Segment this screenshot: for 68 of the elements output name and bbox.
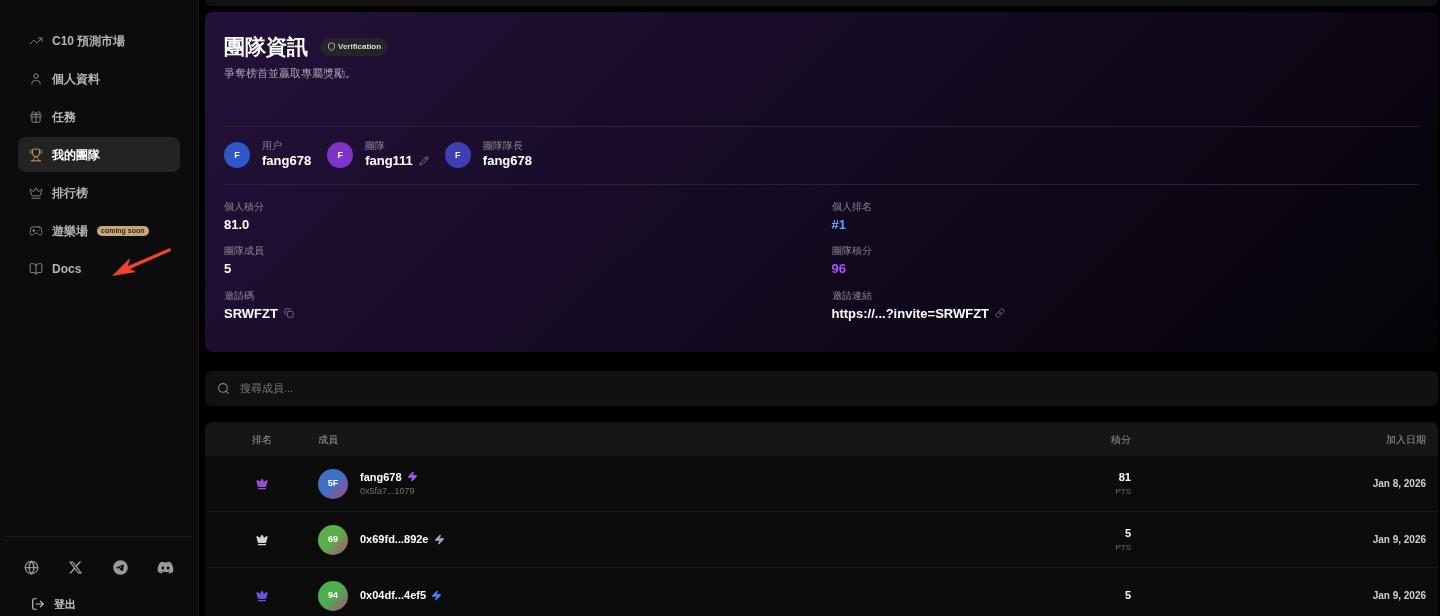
globe-icon[interactable] [24, 559, 39, 575]
points-value: 5 [1124, 526, 1131, 542]
user-icon [29, 71, 43, 86]
points-value: 81 [1118, 470, 1131, 486]
avatar: F [327, 142, 354, 169]
nav-item[interactable]: Docs [18, 251, 180, 286]
stat-value: 81.0 [224, 215, 250, 234]
search-bar[interactable]: 搜尋成員... [205, 371, 1438, 406]
card-title: 團隊資訊 [224, 34, 308, 60]
card-subtitle: 爭奪榜首並贏取專屬獎勵。 [224, 65, 357, 81]
points-unit: PTS [1115, 541, 1131, 554]
stat-label: 個人排名 [831, 200, 873, 212]
gift-icon [29, 109, 43, 124]
member-name: 0x69fd...892e [360, 532, 429, 548]
stat-value: 5 [224, 260, 232, 278]
person-name: fang111 [365, 152, 413, 170]
nav-item[interactable]: 個人資料 [18, 61, 180, 96]
verification-badge: Verification [320, 37, 389, 56]
join-date: Jan 8, 2026 [1371, 477, 1427, 491]
person-label: 團隊 [365, 140, 387, 151]
person-label: 團隊隊長 [482, 140, 524, 151]
join-date: Jan 9, 2026 [1371, 533, 1427, 547]
stat-value: 96 [831, 260, 846, 278]
x-icon[interactable] [68, 559, 84, 575]
nav-item[interactable]: 排行榜 [18, 175, 180, 210]
stat-label: 團隊積分 [831, 245, 873, 256]
avatar: F [224, 142, 250, 169]
column-header: 積分 [1110, 432, 1131, 447]
avatar: 5F [318, 468, 348, 499]
person-name: fang678 [482, 152, 532, 170]
telegram-icon[interactable] [112, 559, 128, 575]
crown-icon [29, 185, 43, 200]
points-unit: PTS [1115, 485, 1131, 498]
nav-item[interactable]: C10 預測市場 [18, 23, 180, 58]
member-name: 0x04df...4ef5 [360, 588, 427, 604]
stat-label: 團隊成員 [224, 245, 265, 256]
link-icon[interactable] [995, 308, 1006, 319]
copy-icon[interactable] [283, 308, 294, 319]
member-name: fang678 [360, 469, 402, 485]
avatar: F [444, 142, 471, 169]
stat-label: 邀請碼 [224, 289, 255, 301]
avatar: 69 [318, 524, 348, 555]
stat-value: #1 [831, 215, 846, 234]
column-header: 排名 [250, 432, 273, 447]
annotation-arrow [110, 246, 172, 278]
column-header: 加入日期 [1385, 432, 1427, 447]
stat-label: 邀請連結 [831, 289, 873, 301]
search-field[interactable]: 搜尋成員... [240, 380, 1426, 397]
column-header: 成員 [318, 432, 339, 447]
stat-value: SRWFZT [224, 304, 278, 323]
gamepad-icon [29, 223, 43, 238]
avatar: 94 [318, 580, 348, 611]
book-icon [29, 261, 43, 276]
nav-item[interactable]: 我的團隊 [18, 137, 180, 172]
edit-icon[interactable] [418, 155, 429, 166]
person-label: 用户 [262, 140, 283, 151]
join-date: Jan 9, 2026 [1371, 589, 1427, 603]
person-name: fang678 [262, 152, 312, 170]
member-address: 0x5fa7...1079 [360, 485, 416, 498]
stat-value: https://...?invite=SRWFZT [831, 304, 990, 323]
logout-button[interactable]: 登出 [22, 595, 85, 612]
points-value: 5 [1124, 588, 1131, 604]
stat-label: 個人積分 [224, 200, 265, 212]
trophy-icon [29, 147, 43, 162]
logout-icon [31, 596, 45, 611]
search-icon [217, 382, 230, 395]
shield-icon [327, 42, 336, 52]
nav-item[interactable]: 任務 [18, 99, 180, 134]
